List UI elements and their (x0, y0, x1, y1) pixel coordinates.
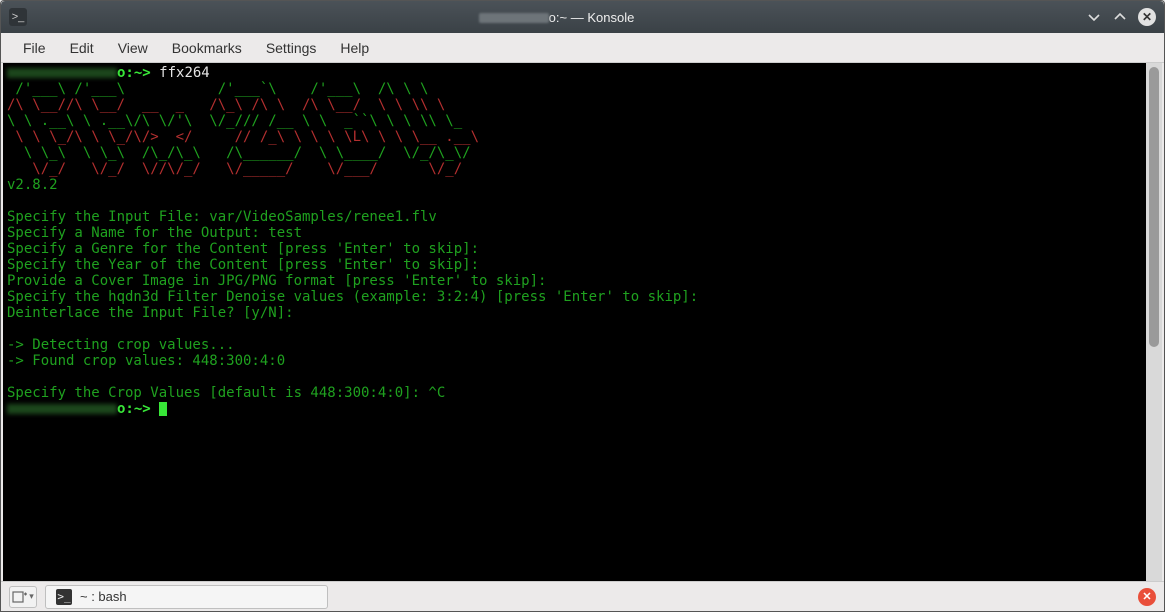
cursor (159, 402, 167, 416)
terminal-line: Provide a Cover Image in JPG/PNG format … (7, 273, 546, 289)
terminal-line: -> Detecting crop values... (7, 337, 235, 353)
ascii-line: \ \ \_/\ \ \_/\/> </ // /_\ \ \ \ \L\ \ … (7, 129, 479, 145)
chevron-down-icon: ▾ (29, 591, 34, 602)
terminal-line: Deinterlace the Input File? [y/N]: (7, 305, 294, 321)
terminal-line: Specify the Year of the Content [press '… (7, 257, 479, 273)
command-text: ffx264 (159, 65, 210, 81)
close-tab-button[interactable]: ✕ (1138, 588, 1156, 606)
obscured-text (479, 13, 549, 23)
terminal-line: Specify a Genre for the Content [press '… (7, 241, 479, 257)
ascii-line: \ \_\ \ \_\ /\_/\_\ /\______/ \ \____/ \… (7, 145, 471, 161)
terminal-line: Specify a Name for the Output: test (7, 225, 302, 241)
terminal-icon: >_ (56, 589, 72, 605)
ascii-line: \/_/ \/_/ \//\/_/ \/_____/ \/___/ \/_/ (7, 161, 462, 177)
terminal-line: -> Found crop values: 448:300:4:0 (7, 353, 285, 369)
terminal-app-icon: >_ (9, 8, 27, 26)
version-text: v2.8.2 (7, 177, 58, 193)
ascii-line: \ \ .__\ \ .__\/\ \/'\ \/_/// /__ \ \ _`… (7, 113, 462, 129)
terminal-line: Specify the Crop Values [default is 448:… (7, 385, 445, 401)
terminal[interactable]: o:~> ffx264 /'___\ /'___\ /'___`\ /'___\… (3, 63, 1146, 581)
menubar: File Edit View Bookmarks Settings Help (1, 33, 1164, 63)
ascii-line: /\ \__//\ \__/ __ _ /\_\ /\ \ /\ \__/ \ … (7, 97, 445, 113)
bottombar: ▾ >_ ~ : bash ✕ (1, 581, 1164, 611)
prompt-path: o:~> (117, 65, 151, 81)
maximize-button[interactable] (1112, 9, 1128, 25)
menu-view[interactable]: View (108, 36, 158, 60)
tab-bash[interactable]: >_ ~ : bash (45, 585, 328, 609)
menu-edit[interactable]: Edit (60, 36, 104, 60)
terminal-container: o:~> ffx264 /'___\ /'___\ /'___`\ /'___\… (1, 63, 1164, 581)
obscured-text (7, 404, 117, 414)
terminal-line: Specify the Input File: var/VideoSamples… (7, 209, 437, 225)
menu-bookmarks[interactable]: Bookmarks (162, 36, 252, 60)
new-tab-button[interactable]: ▾ (9, 586, 37, 608)
minimize-button[interactable] (1086, 9, 1102, 25)
konsole-window: >_ o:~ — Konsole ✕ File Edit View Bookma… (0, 0, 1165, 612)
titlebar: >_ o:~ — Konsole ✕ (1, 1, 1164, 33)
window-title-text: o:~ — Konsole (549, 10, 635, 25)
close-button[interactable]: ✕ (1138, 8, 1156, 26)
window-sysmenu[interactable]: >_ (9, 8, 27, 26)
ascii-line: /'___\ /'___\ /'___`\ /'___\ /\ \ \ (7, 81, 428, 97)
menu-help[interactable]: Help (330, 36, 379, 60)
obscured-text (7, 68, 117, 78)
prompt-path: o:~> (117, 401, 151, 417)
scrollbar-thumb[interactable] (1149, 67, 1159, 347)
scrollbar[interactable] (1146, 63, 1162, 581)
window-title: o:~ — Konsole (27, 10, 1086, 25)
tab-label: ~ : bash (80, 589, 127, 604)
menu-file[interactable]: File (13, 36, 56, 60)
terminal-line: Specify the hqdn3d Filter Denoise values… (7, 289, 698, 305)
menu-settings[interactable]: Settings (256, 36, 327, 60)
